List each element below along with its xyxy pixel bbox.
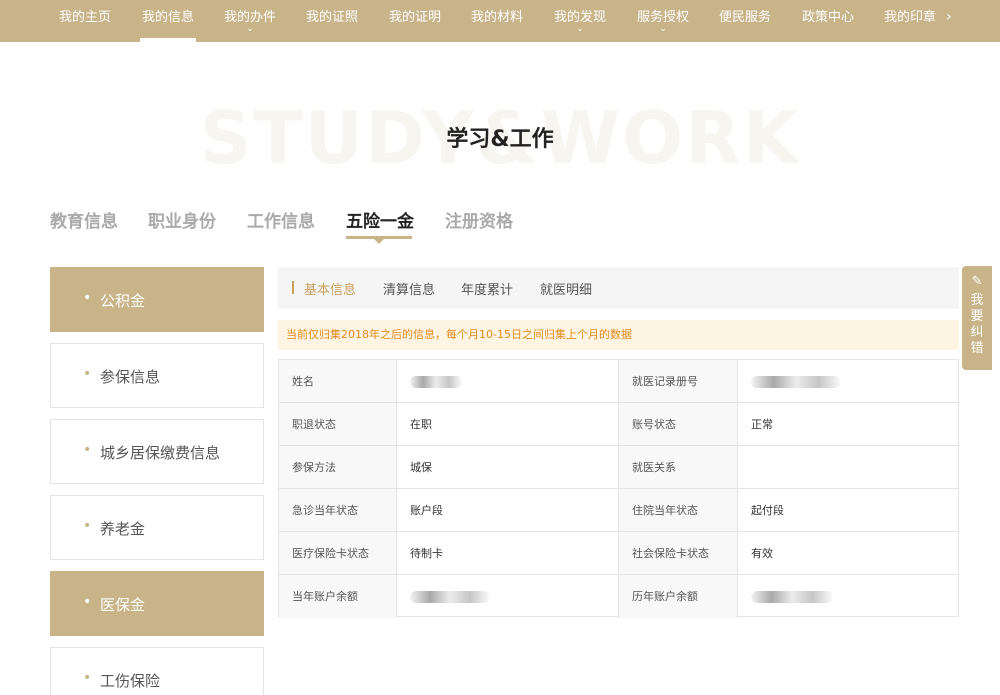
nav-item-policy-center[interactable]: 政策中心 [802, 0, 854, 42]
sidebar-item-label: 医保金 [100, 596, 146, 614]
report-error-label: 我 要 纠 错 [962, 293, 992, 357]
bullet-icon: • [83, 290, 92, 306]
table-value: 起付段 [738, 489, 958, 532]
chevron-down-icon: ⌄ [659, 24, 667, 34]
sidebar-item-medical-insurance[interactable]: • 医保金 [50, 571, 264, 636]
sidebar-item-label: 参保信息 [100, 368, 161, 386]
table-label: 就医记录册号 [619, 360, 738, 403]
nav-item-public-services[interactable]: 便民服务 [719, 0, 771, 42]
report-error-button[interactable]: ✎ 我 要 纠 错 [962, 266, 992, 370]
nav-item-my-licenses[interactable]: 我的证照 [306, 0, 358, 42]
table-label: 当年账户余额 [279, 575, 397, 618]
sidebar-item-label: 养老金 [100, 520, 146, 538]
nav-item-label: 服务授权 [637, 10, 690, 25]
bullet-icon: • [83, 518, 92, 534]
nav-item-label: 我的主页 [59, 10, 112, 25]
active-subtab-marker [292, 281, 294, 294]
chevron-down-icon: ⌄ [576, 24, 584, 34]
sidebar-item-pension[interactable]: • 养老金 [50, 495, 264, 560]
tab-work-info[interactable]: 工作信息 [247, 207, 315, 232]
table-value: 有效 [738, 532, 958, 575]
nav-item-label: 便民服务 [719, 10, 772, 25]
bullet-icon: • [83, 366, 92, 382]
table-label: 账号状态 [619, 403, 738, 446]
table-value-redacted [738, 575, 958, 618]
nav-item-label: 我的证照 [306, 10, 359, 25]
subtab-basic-info[interactable]: 基本信息 [304, 279, 356, 298]
nav-item-label: 我的信息 [142, 10, 195, 25]
report-error-char-1: 我 [970, 293, 984, 308]
table-value-redacted [397, 575, 619, 618]
top-nav: 我的主页 我的信息 我的办件 ⌄ 我的证照 我的证明 我的材料 我的发现 ⌄ 服务授… [0, 0, 1000, 42]
notice-banner: 当前仅归集2018年之后的信息，每个月10-15日之间归集上个月的数据 [278, 320, 959, 350]
redacted-value [410, 376, 462, 388]
nav-item-home[interactable]: 我的主页 [59, 0, 111, 42]
sidebar-item-insurance-info[interactable]: • 参保信息 [50, 343, 264, 408]
report-error-char-2: 要 [970, 309, 984, 324]
chevron-down-icon: ⌄ [246, 24, 254, 34]
table-value: 城保 [397, 446, 619, 489]
tab-occupation[interactable]: 职业身份 [148, 207, 216, 232]
redacted-value [751, 376, 841, 388]
bullet-icon: • [83, 442, 92, 458]
nav-item-label: 政策中心 [802, 10, 855, 25]
table-value-redacted [738, 360, 958, 403]
table-label: 就医关系 [619, 446, 738, 489]
subtab-bar [278, 267, 959, 309]
nav-item-label: 我的证明 [389, 10, 442, 25]
tab-registration[interactable]: 注册资格 [445, 207, 513, 232]
nav-item-my-info[interactable]: 我的信息 [139, 0, 197, 42]
section-title: 学习&工作 [446, 127, 554, 152]
table-label: 姓名 [279, 360, 397, 403]
sidebar-item-label: 城乡居保缴费信息 [100, 444, 221, 462]
table-value: 在职 [397, 403, 619, 446]
nav-item-label: 我的发现 [554, 10, 607, 25]
table-label: 职退状态 [279, 403, 397, 446]
sidebar-item-label: 公积金 [100, 292, 146, 310]
table-label: 住院当年状态 [619, 489, 738, 532]
nav-item-label: 我的办件 [224, 10, 277, 25]
nav-item-label: 我的印章 [884, 10, 937, 25]
active-tab-caret [374, 239, 384, 244]
bullet-icon: • [83, 594, 92, 610]
table-label: 社会保险卡状态 [619, 532, 738, 575]
redacted-value [751, 591, 833, 603]
subtab-annual-total[interactable]: 年度累计 [461, 279, 513, 298]
table-label: 参保方法 [279, 446, 397, 489]
sidebar-item-label: 工伤保险 [100, 672, 161, 690]
table-value: 账户段 [397, 489, 619, 532]
report-error-char-4: 错 [970, 341, 984, 356]
table-value: 待制卡 [397, 532, 619, 575]
sidebar-item-injury-insurance[interactable]: • 工伤保险 [50, 647, 264, 695]
nav-item-my-cases[interactable]: 我的办件 ⌄ [224, 0, 276, 42]
tab-education[interactable]: 教育信息 [50, 207, 118, 232]
pencil-icon: ✎ [971, 274, 983, 289]
nav-item-my-seals[interactable]: 我的印章 [884, 0, 936, 42]
table-value-redacted [397, 360, 619, 403]
subtab-settlement-info[interactable]: 清算信息 [383, 279, 435, 298]
redacted-value [410, 591, 490, 603]
table-value [738, 446, 958, 489]
sidebar-item-resident-payment[interactable]: • 城乡居保缴费信息 [50, 419, 264, 484]
nav-item-my-certificates[interactable]: 我的证明 [389, 0, 441, 42]
table-label: 医疗保险卡状态 [279, 532, 397, 575]
report-error-char-3: 纠 [970, 325, 984, 340]
table-label: 急诊当年状态 [279, 489, 397, 532]
bullet-icon: • [83, 670, 92, 686]
table-label: 历年账户余额 [619, 575, 738, 618]
chevron-right-icon[interactable]: › [946, 0, 952, 34]
nav-item-service-auth[interactable]: 服务授权 ⌄ [637, 0, 689, 42]
info-table: 姓名 就医记录册号 职退状态 在职 账号状态 正常 参保方法 城保 就医关系 急… [278, 359, 959, 618]
sidebar-item-housing-fund[interactable]: • 公积金 [50, 267, 264, 332]
nav-item-label: 我的材料 [471, 10, 524, 25]
table-value: 正常 [738, 403, 958, 446]
nav-item-my-materials[interactable]: 我的材料 [471, 0, 523, 42]
subtab-medical-details[interactable]: 就医明细 [540, 279, 592, 298]
tab-social-insurance[interactable]: 五险一金 [346, 207, 414, 232]
nav-item-my-discoveries[interactable]: 我的发现 ⌄ [554, 0, 606, 42]
